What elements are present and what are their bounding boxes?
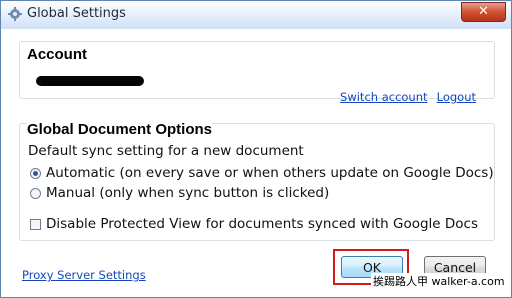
close-icon: ✕ xyxy=(478,4,489,19)
watermark-text: 挨踢路人甲 walker-a.com xyxy=(371,273,507,289)
radio-automatic-row[interactable]: Automatic (on every save or when others … xyxy=(30,165,494,181)
account-links: Switch account Logout xyxy=(340,86,476,105)
disable-protected-view-label[interactable]: Disable Protected View for documents syn… xyxy=(46,216,478,232)
global-settings-dialog: Global Settings ✕ Account Switch account… xyxy=(0,0,512,298)
switch-account-link[interactable]: Switch account xyxy=(340,90,428,104)
radio-automatic[interactable] xyxy=(30,167,41,179)
dialog-body: Account Switch account Logout Global Doc… xyxy=(9,31,503,289)
radio-manual-row[interactable]: Manual (only when sync button is clicked… xyxy=(30,185,329,201)
radio-manual[interactable] xyxy=(30,187,41,199)
disable-protected-view-checkbox[interactable] xyxy=(30,218,41,230)
account-group: Account Switch account Logout xyxy=(19,41,495,104)
gear-icon xyxy=(8,7,22,21)
radio-manual-label[interactable]: Manual (only when sync button is clicked… xyxy=(46,185,329,201)
default-sync-label: Default sync setting for a new document xyxy=(28,143,304,159)
title-bar[interactable]: Global Settings ✕ xyxy=(1,1,511,29)
document-options-title: Global Document Options xyxy=(27,121,213,138)
proxy-server-settings-link[interactable]: Proxy Server Settings xyxy=(22,268,146,282)
disable-protected-view-row[interactable]: Disable Protected View for documents syn… xyxy=(30,216,478,232)
logout-link[interactable]: Logout xyxy=(437,90,476,104)
radio-automatic-label[interactable]: Automatic (on every save or when others … xyxy=(46,165,494,181)
account-group-title: Account xyxy=(27,46,87,63)
close-button[interactable]: ✕ xyxy=(461,2,506,22)
redacted-account-name xyxy=(36,76,144,86)
window-title: Global Settings xyxy=(27,6,126,21)
